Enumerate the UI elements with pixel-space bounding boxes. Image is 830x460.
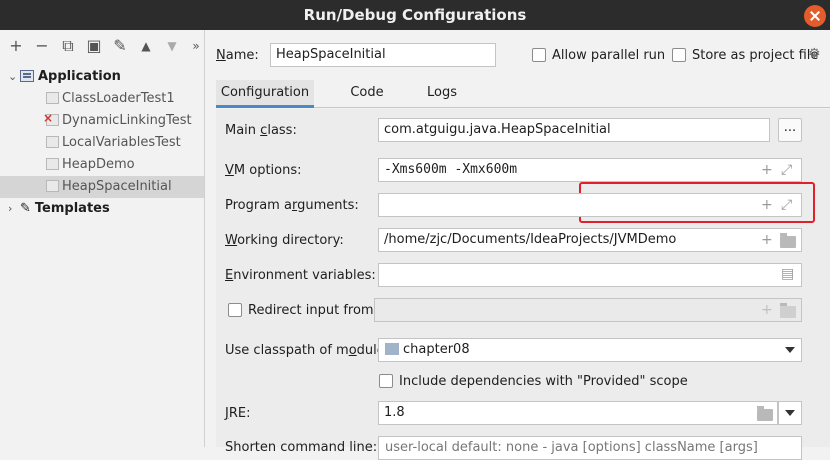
tree-item-label: HeapSpaceInitial	[62, 179, 172, 194]
tree-item-config[interactable]: × DynamicLinkingTest	[43, 110, 192, 132]
tab-logs[interactable]: Logs	[422, 80, 462, 108]
program-arguments-input[interactable]	[378, 193, 802, 217]
tab-configuration[interactable]: Configuration	[216, 80, 314, 108]
expand-icon[interactable]: ⤢	[781, 198, 792, 212]
jre-label: JRE:	[225, 406, 251, 421]
classpath-module-value: chapter08	[403, 342, 470, 357]
chevron-down-icon	[785, 410, 795, 416]
move-down-icon[interactable]: ▼	[164, 38, 180, 54]
program-arguments-label: Program arguments:	[225, 198, 359, 213]
config-icon	[46, 179, 59, 192]
classpath-module-label: Use classpath of module:	[225, 343, 390, 358]
move-up-icon[interactable]: ▲	[138, 38, 154, 54]
shorten-command-line-value: user-local default: none - java [options…	[385, 440, 758, 455]
tree-item-label: LocalVariablesTest	[62, 135, 181, 150]
sidebar-toolbar: + − ⧉ ▣ ✎ ▲ ▼ »	[0, 30, 204, 62]
configuration-editor: Name: HeapSpaceInitial Allow parallel ru…	[206, 30, 830, 460]
tree-item-label: HeapDemo	[62, 157, 135, 172]
store-as-project-label: Store as project file	[692, 48, 819, 63]
insert-macro-icon[interactable]: +	[761, 163, 773, 177]
add-icon[interactable]: +	[8, 38, 24, 54]
insert-macro-icon[interactable]: +	[761, 233, 773, 247]
tree-item-config[interactable]: LocalVariablesTest	[46, 132, 181, 154]
shorten-command-line-select[interactable]: user-local default: none - java [options…	[378, 436, 802, 460]
store-as-project-checkbox[interactable]	[672, 48, 686, 62]
config-icon	[46, 135, 59, 148]
expand-icon[interactable]: ⤢	[781, 163, 792, 177]
redirect-input-checkbox[interactable]	[228, 303, 242, 317]
tree-item-config[interactable]: HeapDemo	[46, 154, 135, 176]
tab-strip: Configuration Code Coverage Logs	[216, 80, 830, 126]
allow-parallel-checkbox[interactable]	[532, 48, 546, 62]
tree-item-config[interactable]: ClassLoaderTest1	[46, 88, 175, 110]
name-label: Name:	[216, 48, 259, 63]
more-icon[interactable]: »	[188, 38, 204, 54]
title-bar: Run/Debug Configurations	[0, 0, 830, 30]
browse-main-class-button[interactable]: ...	[778, 118, 802, 142]
tree-node-templates-label: Templates	[34, 201, 110, 216]
allow-parallel-label: Allow parallel run	[552, 48, 666, 63]
folder-icon	[780, 303, 796, 318]
environment-variables-input[interactable]	[378, 263, 802, 287]
shorten-command-line-label: Shorten command line:	[225, 440, 378, 455]
configurations-sidebar: + − ⧉ ▣ ✎ ▲ ▼ » ⌄ Application ClassLoader…	[0, 30, 205, 447]
copy-icon[interactable]: ⧉	[60, 38, 76, 54]
main-class-input[interactable]: com.atguigu.java.HeapSpaceInitial	[378, 118, 770, 142]
gear-icon[interactable]: ⚙	[808, 46, 821, 62]
vm-options-label: VM options:	[225, 163, 302, 178]
insert-macro-icon: +	[761, 302, 773, 318]
error-icon: ×	[43, 110, 54, 125]
window-title: Run/Debug Configurations	[303, 6, 527, 24]
main-class-label: Main class:	[225, 123, 297, 138]
tree-item-config-selected[interactable]: HeapSpaceInitial	[46, 176, 172, 198]
tree-node-templates[interactable]: › ✎ Templates	[8, 198, 110, 220]
document-icon[interactable]: ▤	[781, 267, 794, 281]
name-input[interactable]: HeapSpaceInitial	[270, 43, 496, 67]
wrench-icon[interactable]: ✎	[112, 38, 128, 54]
insert-macro-icon[interactable]: +	[761, 198, 773, 212]
include-dependencies-checkbox[interactable]	[379, 374, 393, 388]
chevron-right-icon[interactable]: ›	[8, 198, 20, 220]
tab-code-coverage[interactable]: Code Coverage	[318, 80, 416, 126]
module-icon	[385, 342, 399, 355]
tree-item-label: DynamicLinkingTest	[62, 113, 192, 128]
working-directory-label: Working directory:	[225, 233, 344, 248]
config-icon: ×	[43, 111, 59, 126]
vm-options-input[interactable]: -Xms600m -Xmx600m	[378, 158, 802, 182]
environment-variables-label: Environment variables:	[225, 268, 376, 283]
tree-node-application-label: Application	[38, 69, 121, 84]
chevron-down-icon	[785, 347, 795, 353]
tree-node-application[interactable]: ⌄ Application	[8, 66, 121, 88]
close-window-button[interactable]	[804, 5, 826, 27]
working-directory-input[interactable]: /home/zjc/Documents/IdeaProjects/JVMDemo	[378, 228, 802, 252]
config-icon	[46, 157, 59, 170]
folder-icon[interactable]	[757, 406, 773, 421]
redirect-input-label: Redirect input from:	[248, 303, 378, 318]
jre-input[interactable]: 1.8	[378, 401, 778, 425]
redirect-input-field	[374, 298, 802, 322]
wrench-icon: ✎	[20, 201, 31, 216]
remove-icon[interactable]: −	[34, 38, 50, 54]
tree-item-label: ClassLoaderTest1	[62, 91, 175, 106]
classpath-module-select[interactable]: chapter08	[378, 338, 802, 362]
config-icon	[46, 91, 59, 104]
save-icon[interactable]: ▣	[86, 38, 102, 54]
chevron-down-icon[interactable]: ⌄	[8, 66, 20, 88]
include-dependencies-label: Include dependencies with "Provided" sco…	[399, 374, 688, 389]
folder-icon[interactable]	[780, 233, 796, 248]
application-icon	[20, 69, 34, 82]
jre-dropdown-button[interactable]	[778, 401, 802, 425]
